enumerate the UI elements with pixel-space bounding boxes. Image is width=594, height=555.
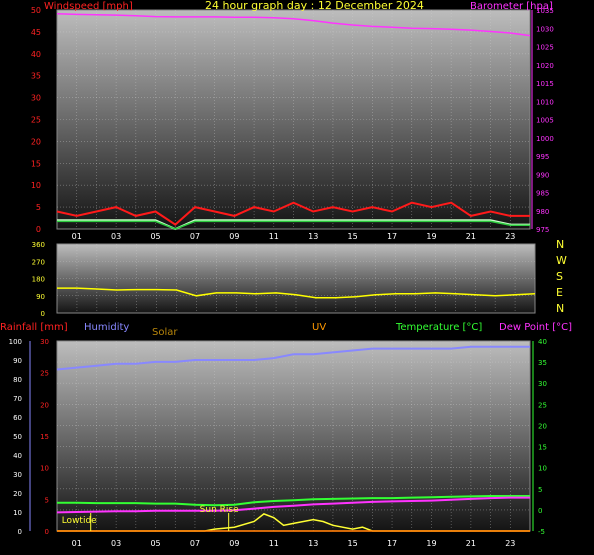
temp-ytick: 20 [538, 422, 547, 430]
graph-title: 24 hour graph day : 12 December 2024 [205, 0, 424, 12]
baro-ytick: 975 [536, 226, 549, 234]
wind-xtick: 13 [308, 232, 318, 241]
humidity-ytick: 80 [13, 376, 22, 384]
humidity-ytick: 0 [18, 528, 22, 536]
climate-xtick: 19 [426, 539, 436, 548]
wind-ytick: 45 [31, 28, 41, 37]
wind-xtick: 05 [150, 232, 160, 241]
rain-ytick: 30 [40, 338, 49, 346]
wind-ytick: 30 [31, 94, 41, 103]
humidity-ytick: 70 [13, 395, 22, 403]
compass-label: N [556, 238, 564, 251]
wind-ytick: 5 [36, 203, 41, 212]
wind-xtick: 07 [190, 232, 200, 241]
wind-xtick: 19 [426, 232, 436, 241]
compass-label: S [556, 270, 563, 283]
humidity-ytick: 50 [13, 433, 22, 441]
baro-ytick: 1020 [536, 62, 554, 70]
baro-ytick: 980 [536, 208, 549, 216]
direction-ytick: 90 [36, 293, 45, 301]
rain-ytick: 25 [40, 370, 49, 378]
wind-xtick: 03 [111, 232, 121, 241]
climate-xtick: 03 [111, 539, 121, 548]
temp-ytick: 10 [538, 465, 547, 473]
temp-ytick: 25 [538, 401, 547, 409]
humidity-ytick: 30 [13, 471, 22, 479]
temp-ytick: 0 [538, 507, 542, 515]
annotation-label: Sun Rise [200, 505, 239, 515]
humidity-ytick: 40 [13, 452, 22, 460]
climate-xtick: 13 [308, 539, 318, 548]
wind-ytick: 20 [31, 137, 41, 146]
temp-ytick: 5 [538, 486, 542, 494]
baro-ytick: 995 [536, 153, 549, 161]
rain-ytick: 20 [40, 401, 49, 409]
humidity-ytick: 10 [13, 509, 22, 517]
legend-item: Rainfall [mm] [0, 322, 68, 333]
climate-xtick: 15 [348, 539, 358, 548]
wind-xtick: 11 [269, 232, 279, 241]
baro-axis-label: Barometer [hpa] [470, 1, 553, 12]
climate-xtick: 09 [229, 539, 239, 548]
wind-axis-label: Windspeed [mph] [44, 1, 133, 12]
direction-ytick: 0 [41, 310, 45, 318]
legend-item: UV [312, 322, 326, 333]
direction-ytick: 180 [32, 276, 45, 284]
humidity-ytick: 90 [13, 357, 22, 365]
wind-xtick: 17 [387, 232, 397, 241]
rain-ytick: 10 [40, 465, 49, 473]
legend-item: Solar [152, 327, 178, 338]
compass-label: W [556, 254, 567, 267]
legend-item: Dew Point [°C] [499, 322, 572, 333]
humidity-ytick: 60 [13, 414, 22, 422]
temp-ytick: 30 [538, 380, 547, 388]
climate-xtick: 17 [387, 539, 397, 548]
climate-xtick: 01 [72, 539, 82, 548]
temp-ytick: 15 [538, 444, 547, 452]
baro-ytick: 1015 [536, 80, 554, 88]
humidity-ytick: 20 [13, 490, 22, 498]
climate-xtick: 11 [269, 539, 279, 548]
rain-ytick: 0 [45, 528, 49, 536]
direction-ytick: 360 [32, 241, 45, 249]
baro-ytick: 1025 [536, 44, 554, 52]
humidity-ytick: 100 [9, 338, 22, 346]
baro-ytick: 1010 [536, 98, 554, 106]
rain-ytick: 5 [45, 496, 49, 504]
baro-ytick: 1005 [536, 117, 554, 125]
climate-xtick: 21 [466, 539, 476, 548]
temp-ytick: 35 [538, 359, 547, 367]
wind-ytick: 10 [31, 181, 41, 190]
wind-ytick: 15 [31, 159, 41, 168]
wind-ytick: 25 [31, 116, 41, 125]
wind-ytick: 0 [36, 225, 41, 234]
wind-ytick: 40 [31, 50, 41, 59]
climate-xtick: 05 [150, 539, 160, 548]
wind-xtick: 15 [348, 232, 358, 241]
climate-xtick: 23 [505, 539, 515, 548]
baro-ytick: 990 [536, 171, 549, 179]
temp-ytick: -5 [538, 528, 545, 536]
legend-item: Humidity [84, 322, 129, 333]
wind-ytick: 50 [31, 6, 41, 15]
direction-ytick: 270 [32, 258, 45, 266]
direction-plot-area [56, 243, 536, 314]
baro-ytick: 1030 [536, 25, 554, 33]
baro-ytick: 985 [536, 190, 549, 198]
climate-xtick: 07 [190, 539, 200, 548]
compass-label: N [556, 302, 564, 315]
rain-ytick: 15 [40, 433, 49, 441]
legend-item: Temperature [°C] [395, 322, 482, 333]
temp-ytick: 40 [538, 338, 547, 346]
wind-xtick: 21 [466, 232, 476, 241]
wind-ytick: 35 [31, 72, 41, 81]
wind-xtick: 09 [229, 232, 239, 241]
annotation-label: Lowtide [62, 516, 97, 526]
baro-ytick: 1000 [536, 135, 554, 143]
compass-label: E [556, 286, 563, 299]
wind-xtick: 01 [72, 232, 82, 241]
weather-graph: 0510152025303540455097598098599099510001… [0, 1, 572, 548]
wind-xtick: 23 [505, 232, 515, 241]
